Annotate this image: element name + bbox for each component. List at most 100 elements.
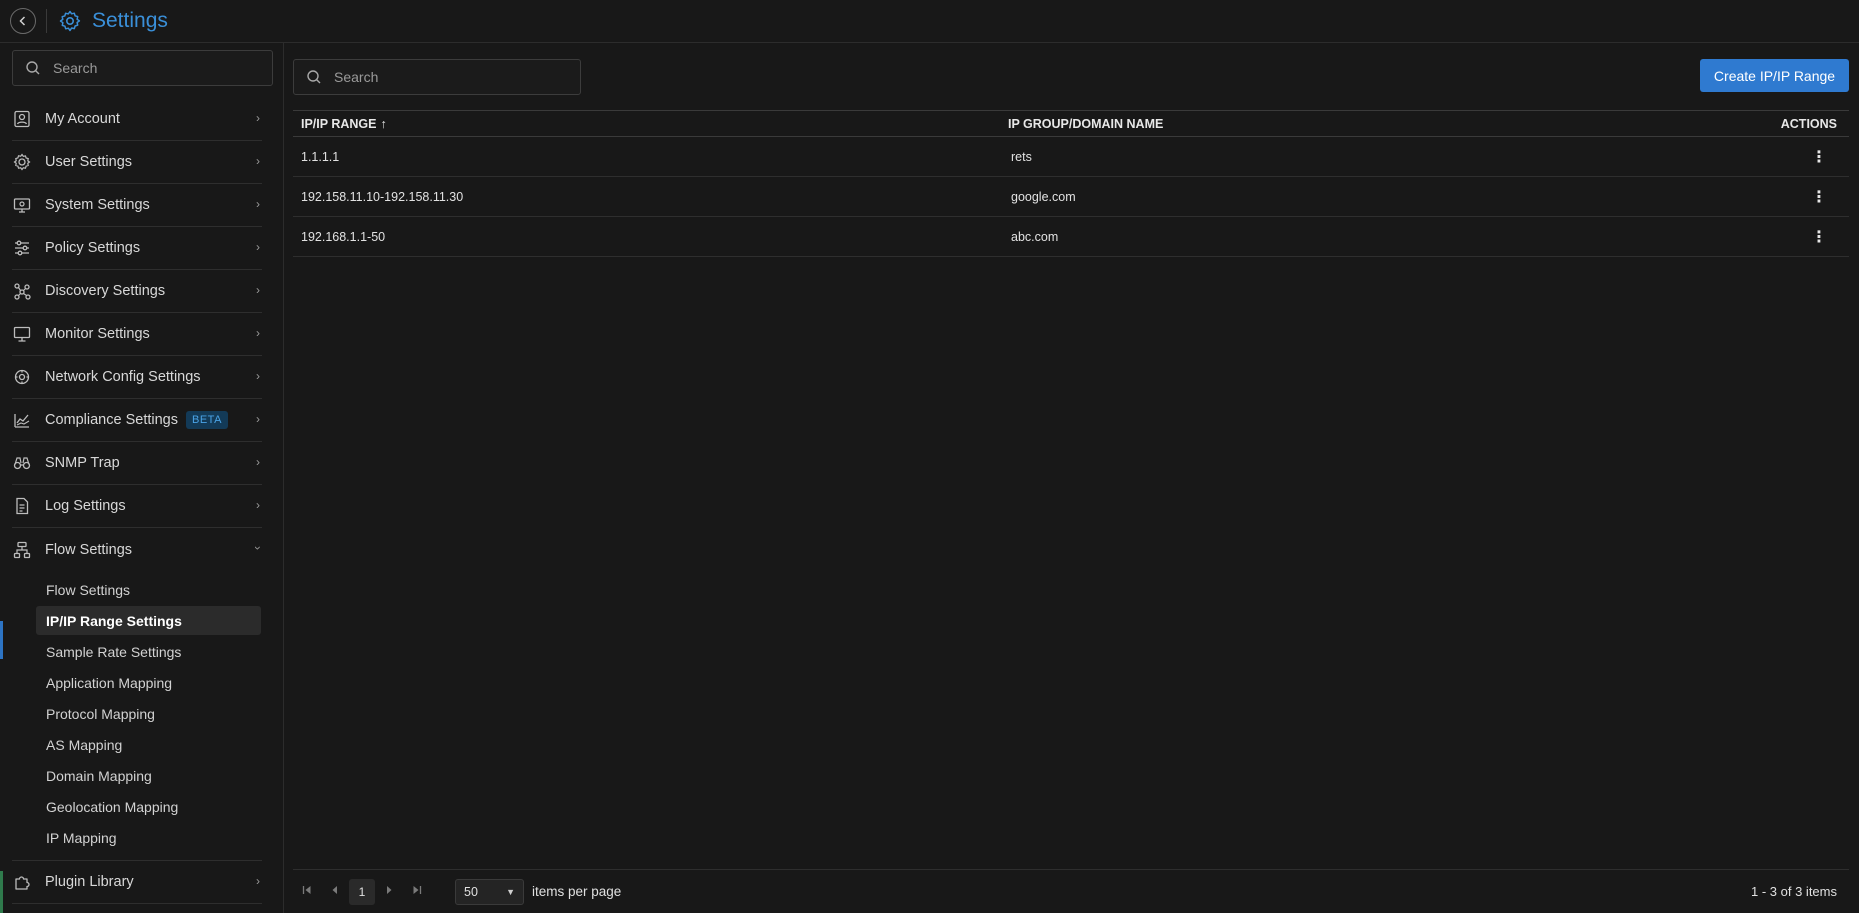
chevron-right-icon: › [256, 874, 260, 888]
sidebar-item-flow-settings[interactable]: Flow Settings › [12, 528, 265, 571]
submenu-item-ip-mapping[interactable]: IP Mapping [36, 823, 261, 852]
sidebar-item-label: Log Settings [45, 498, 126, 514]
pagination-bar: 1 50 ▼ items per page 1 - 3 of 3 items [293, 869, 1849, 913]
cell-actions: ⋮ [1648, 187, 1849, 207]
sidebar-item-policy-settings[interactable]: Policy Settings › [12, 227, 262, 270]
chevron-right-icon: › [256, 498, 260, 512]
more-options-icon[interactable]: ⋮ [1809, 227, 1829, 247]
app-header: Settings [0, 0, 1859, 43]
sidebar-item-label: Monitor Settings [45, 326, 150, 342]
more-options-icon[interactable]: ⋮ [1809, 187, 1829, 207]
chevron-right-icon: › [256, 111, 260, 125]
network-nodes-icon [12, 281, 32, 301]
sidebar-item-log-settings[interactable]: Log Settings › [12, 485, 262, 528]
chevron-right-icon: › [256, 326, 260, 340]
chevron-right-icon: › [256, 369, 260, 383]
last-page-icon[interactable] [403, 885, 431, 898]
cell-ip-group: abc.com [1011, 229, 1059, 244]
compliance-chart-icon [12, 410, 32, 430]
user-settings-icon [12, 152, 32, 172]
table-row: 192.168.1.1-50 abc.com ⋮ [293, 217, 1849, 257]
flow-icon [12, 540, 32, 560]
chevron-right-icon: › [256, 240, 260, 254]
items-per-page-label: items per page [532, 884, 622, 899]
submenu-item-protocol-mapping[interactable]: Protocol Mapping [36, 699, 261, 728]
sidebar-search-input[interactable] [53, 60, 253, 76]
page-size-select[interactable]: 50 ▼ [455, 878, 524, 905]
back-button[interactable] [10, 8, 36, 34]
chevron-right-icon: › [256, 283, 260, 297]
chevron-right-icon: › [256, 154, 260, 168]
header-divider [46, 9, 47, 33]
sidebar-item-snmp-trap[interactable]: SNMP Trap › [12, 442, 262, 485]
sidebar-item-my-account[interactable]: My Account › [12, 98, 262, 141]
gear-icon [57, 8, 83, 34]
sidebar-item-network-config-settings[interactable]: Network Config Settings › [12, 356, 262, 399]
more-options-icon[interactable]: ⋮ [1809, 147, 1829, 167]
table-row: 192.158.11.10-192.158.11.30 google.com ⋮ [293, 177, 1849, 217]
sort-arrow-icon: ↑ [380, 116, 387, 131]
cell-actions: ⋮ [1648, 227, 1849, 247]
sidebar-item-label: System Settings [45, 197, 150, 213]
sidebar-item-label: Policy Settings [45, 240, 141, 256]
chevron-down-icon: › [251, 546, 265, 550]
cell-ip-group: google.com [1011, 189, 1076, 204]
document-icon [12, 496, 32, 516]
system-settings-icon [12, 195, 32, 215]
cell-actions: ⋮ [1648, 147, 1849, 167]
sliders-icon [12, 238, 32, 258]
edge-accent-blue [0, 621, 3, 659]
submenu-item-application-mapping[interactable]: Application Mapping [36, 668, 261, 697]
chevron-left-icon [19, 16, 26, 26]
sidebar-item-label: Discovery Settings [45, 283, 166, 299]
edge-accent-green [0, 871, 3, 913]
submenu-item-flow-settings[interactable]: Flow Settings [36, 575, 261, 604]
submenu-item-geolocation-mapping[interactable]: Geolocation Mapping [36, 792, 261, 821]
settings-nav: My Account › User Settings › System Sett… [12, 98, 265, 904]
chevron-right-icon: › [256, 455, 260, 469]
sidebar-item-label: User Settings [45, 154, 133, 170]
submenu-item-domain-mapping[interactable]: Domain Mapping [36, 761, 261, 790]
table-search [293, 59, 581, 95]
sidebar-item-monitor-settings[interactable]: Monitor Settings › [12, 313, 262, 356]
settings-sidebar: My Account › User Settings › System Sett… [0, 43, 284, 913]
column-header-label: IP/IP RANGE [301, 116, 377, 131]
ip-range-table: IP/IP RANGE ↑ IP GROUP/DOMAIN NAME ACTION… [293, 110, 1849, 257]
binoculars-icon [12, 453, 32, 473]
sidebar-item-discovery-settings[interactable]: Discovery Settings › [12, 270, 262, 313]
search-icon [306, 68, 324, 86]
sidebar-item-label: My Account [45, 111, 120, 127]
pagination-info: 1 - 3 of 3 items [1751, 884, 1837, 899]
sidebar-item-label: Compliance Settings [45, 412, 178, 428]
caret-down-icon: ▼ [506, 886, 515, 897]
submenu-item-ip-range-settings[interactable]: IP/IP Range Settings [36, 606, 261, 635]
chevron-right-icon: › [256, 412, 260, 426]
submenu-item-sample-rate-settings[interactable]: Sample Rate Settings [36, 637, 261, 666]
cell-ip-range: 192.158.11.10-192.158.11.30 [301, 189, 464, 204]
sidebar-item-user-settings[interactable]: User Settings › [12, 141, 262, 184]
first-page-icon[interactable] [293, 885, 321, 898]
sidebar-item-system-settings[interactable]: System Settings › [12, 184, 262, 227]
page-size-value: 50 [464, 884, 478, 899]
column-header-actions: ACTIONS [1780, 116, 1837, 131]
table-row: 1.1.1.1 rets ⋮ [293, 137, 1849, 177]
previous-page-icon[interactable] [321, 885, 349, 898]
plugin-icon [12, 872, 32, 892]
submenu-item-as-mapping[interactable]: AS Mapping [36, 730, 261, 759]
table-search-input[interactable] [334, 69, 564, 85]
next-page-icon[interactable] [375, 885, 403, 898]
current-page-number[interactable]: 1 [349, 878, 375, 905]
sidebar-item-plugin-library[interactable]: Plugin Library › [12, 861, 262, 904]
beta-badge: BETA [186, 411, 228, 429]
column-header-ip-range[interactable]: IP/IP RANGE ↑ [293, 117, 1008, 131]
sidebar-search [12, 50, 273, 86]
page-title: Settings [92, 9, 168, 32]
create-ip-range-button[interactable]: Create IP/IP Range [1700, 59, 1849, 92]
monitor-icon [12, 324, 32, 344]
column-header-ip-group[interactable]: IP GROUP/DOMAIN NAME [1008, 117, 1648, 131]
flow-settings-submenu: Flow Settings IP/IP Range Settings Sampl… [12, 571, 262, 861]
sidebar-item-label: Flow Settings [45, 541, 133, 558]
sidebar-item-label: Network Config Settings [45, 369, 201, 385]
cell-ip-group: rets [1011, 149, 1032, 164]
sidebar-item-compliance-settings[interactable]: Compliance Settings BETA › [12, 399, 262, 442]
